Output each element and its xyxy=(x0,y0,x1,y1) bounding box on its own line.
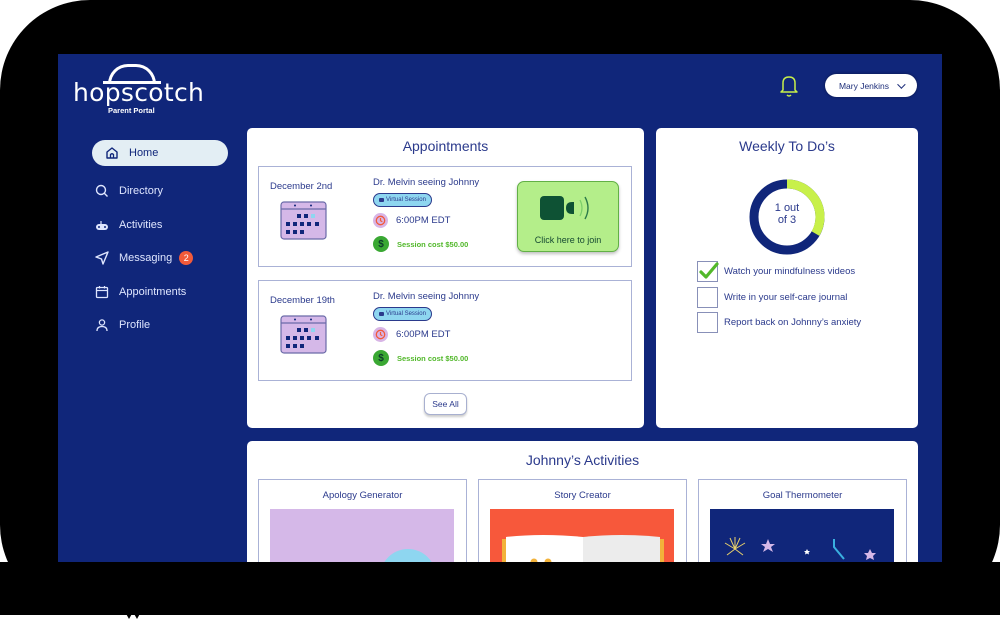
bell-icon[interactable] xyxy=(779,74,799,98)
appointment-time: 6:00PM EDT xyxy=(373,213,450,228)
sidebar-item-messaging[interactable]: Messaging 2 xyxy=(92,245,232,271)
appointment-cost: $ Session cost $50.00 xyxy=(373,236,468,252)
sidebar-item-home[interactable]: Home xyxy=(92,140,228,166)
video-icon xyxy=(379,312,384,316)
checkbox-checked[interactable] xyxy=(697,261,719,282)
speech-bubble-shape xyxy=(380,549,436,562)
logo[interactable]: hopscotch Parent Portal xyxy=(73,60,204,115)
progress-label-line1: 1 out xyxy=(774,202,800,214)
gamepad-icon xyxy=(96,220,108,230)
activity-card-story-creator[interactable]: Story Creator xyxy=(478,479,687,562)
decorative-mark-icon xyxy=(124,610,142,619)
appointment-doctor: Dr. Melvin seeing Johnny xyxy=(373,291,480,302)
home-icon xyxy=(106,147,118,159)
appointment-item[interactable]: December 19th Dr. Melvin seeing Johnny V… xyxy=(258,280,632,381)
checkmark-icon xyxy=(699,262,719,279)
session-type-badge: Virtual Session xyxy=(373,307,432,321)
sidebar-item-activities[interactable]: Activities xyxy=(92,212,232,238)
book-icon xyxy=(502,535,664,562)
sidebar-item-label: Appointments xyxy=(119,285,187,298)
appointment-date: December 19th xyxy=(270,295,335,306)
calendar-icon xyxy=(280,315,327,354)
sidebar-nav: Home Directory Activities Messaging 2 Ap… xyxy=(92,140,232,346)
video-camera-icon xyxy=(540,196,589,220)
join-session-button[interactable]: Click here to join xyxy=(517,181,619,252)
session-type-label: Virtual Session xyxy=(386,197,426,203)
session-type-badge: Virtual Session xyxy=(373,193,432,207)
sidebar-item-directory[interactable]: Directory xyxy=(92,178,232,204)
user-name: Mary Jenkins xyxy=(838,80,890,91)
todo-item[interactable]: Write in your self-care journal xyxy=(697,286,861,308)
sidebar-item-label: Profile xyxy=(119,319,151,332)
todo-item[interactable]: Report back on Johnny’s anxiety xyxy=(697,312,861,333)
activity-title: Goal Thermometer xyxy=(762,490,843,501)
dollar-icon: $ xyxy=(373,350,389,366)
appointment-time: 6:00PM EDT xyxy=(373,327,450,342)
sidebar-item-label: Home xyxy=(129,147,159,159)
activity-thumbnail xyxy=(710,509,894,562)
search-icon xyxy=(95,184,108,197)
calendar-icon xyxy=(95,285,109,298)
progress-label-line2: of 3 xyxy=(777,214,797,226)
appointment-cost: $ Session cost $50.00 xyxy=(373,350,468,366)
logo-text: hopscotch xyxy=(73,78,205,107)
activities-title: Johnny’s Activities xyxy=(525,452,640,468)
todo-title: Weekly To Do’s xyxy=(739,138,835,154)
appointment-date: December 2nd xyxy=(270,181,333,192)
progress-label: 1 out of 3 xyxy=(748,202,826,226)
todo-label: Report back on Johnny’s anxiety xyxy=(724,317,862,328)
user-menu-button[interactable]: Mary Jenkins xyxy=(825,74,917,97)
see-all-button[interactable]: See All xyxy=(424,393,467,415)
clock-icon xyxy=(373,213,388,228)
activity-title: Apology Generator xyxy=(322,490,403,501)
appointment-item[interactable]: December 2nd Dr. Melvin seeing Johnny Vi… xyxy=(258,166,632,267)
chevron-down-icon xyxy=(897,79,906,89)
calendar-icon xyxy=(280,201,327,240)
appointment-doctor: Dr. Melvin seeing Johnny xyxy=(373,177,480,188)
join-button-label: Click here to join xyxy=(534,235,602,245)
logo-subtitle: Parent Portal xyxy=(108,106,155,115)
user-icon xyxy=(96,319,108,332)
activities-card: Johnny’s Activities Apology Generator St… xyxy=(247,441,918,562)
sidebar-item-label: Activities xyxy=(119,218,163,231)
sidebar-item-appointments[interactable]: Appointments xyxy=(92,279,232,305)
sidebar-item-label: Messaging xyxy=(119,252,173,265)
appointment-time-text: 6:00PM EDT xyxy=(396,215,451,226)
todo-label: Watch your mindfulness videos xyxy=(724,266,856,277)
checkbox-unchecked[interactable] xyxy=(697,312,718,333)
dollar-icon: $ xyxy=(373,236,389,252)
weekly-todo-card: Weekly To Do’s 1 out of 3 Watch your min… xyxy=(656,128,918,428)
unread-badge: 2 xyxy=(179,251,194,266)
video-icon xyxy=(379,198,384,202)
sidebar-item-label: Directory xyxy=(119,185,164,197)
appointments-title: Appointments xyxy=(402,138,489,154)
session-type-label: Virtual Session xyxy=(386,311,426,317)
activity-card-goal-thermometer[interactable]: Goal Thermometer xyxy=(698,479,907,562)
appointments-card: Appointments December 2nd Dr. Melvin see… xyxy=(247,128,644,428)
checkbox-unchecked[interactable] xyxy=(697,286,718,308)
app-screen: hopscotch Parent Portal Mary Jenkins Hom… xyxy=(58,54,942,562)
device-bezel-bottom xyxy=(0,562,1000,615)
fireworks-icon xyxy=(724,537,876,560)
send-icon xyxy=(95,251,109,265)
clock-icon xyxy=(373,327,388,342)
todo-label: Write in your self-care journal xyxy=(724,291,848,303)
appointment-cost-text: Session cost $50.00 xyxy=(397,239,469,249)
appointment-time-text: 6:00PM EDT xyxy=(396,329,451,340)
todo-list: Watch your mindfulness videos Write in y… xyxy=(697,261,861,338)
todo-item[interactable]: Watch your mindfulness videos xyxy=(697,261,861,282)
sidebar-item-profile[interactable]: Profile xyxy=(92,312,232,338)
activity-thumbnail xyxy=(270,509,454,562)
activity-title: Story Creator xyxy=(554,490,611,501)
activity-card-apology-generator[interactable]: Apology Generator xyxy=(258,479,467,562)
appointment-cost-text: Session cost $50.00 xyxy=(397,353,469,363)
activity-thumbnail xyxy=(490,509,674,562)
